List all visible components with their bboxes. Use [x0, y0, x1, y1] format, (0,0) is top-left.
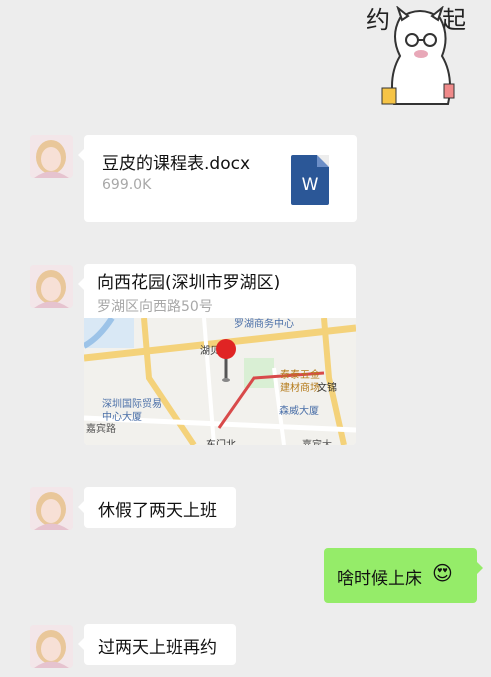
alpaca-icon	[381, 6, 455, 105]
message-text: 啥时候上床	[337, 569, 422, 589]
heart-eyes-emoji-icon: 😍	[432, 561, 453, 585]
map-label: 罗湖商务中心	[234, 319, 294, 330]
avatar-image	[30, 487, 73, 530]
map-label: 东门北	[206, 436, 236, 445]
map-label: 建材商场	[280, 383, 320, 394]
word-document-icon: W	[291, 155, 329, 205]
contact-avatar[interactable]	[30, 625, 73, 668]
location-address: 罗湖区向西路50号	[97, 299, 213, 315]
avatar-image	[30, 265, 73, 308]
map-label: 嘉宾路	[86, 424, 116, 435]
file-size: 699.0K	[102, 177, 152, 193]
text-message[interactable]: 休假了两天上班	[78, 487, 236, 528]
avatar-image	[30, 135, 73, 178]
message-text: 休假了两天上班	[98, 501, 217, 521]
map-pin-icon	[216, 339, 236, 382]
text-message[interactable]: 过两天上班再约	[78, 624, 236, 665]
alpaca-sticker[interactable]: 约 起	[362, 0, 472, 105]
avatar-image	[30, 625, 73, 668]
file-message[interactable]: 豆皮的课程表.docx 699.0K W	[78, 135, 357, 222]
contact-avatar[interactable]	[30, 135, 73, 178]
location-title: 向西花园(深圳市罗湖区)	[97, 273, 281, 293]
contact-avatar[interactable]	[30, 487, 73, 530]
map-label: 文锦	[317, 383, 337, 394]
message-text: 过两天上班再约	[98, 638, 217, 658]
file-name: 豆皮的课程表.docx	[102, 154, 251, 174]
map-label: 嘉宾大	[302, 436, 332, 445]
location-message[interactable]: 向西花园(深圳市罗湖区) 罗湖区向西路50号 罗湖商务中心 湖贝 泰泰五金 建材…	[78, 264, 356, 445]
contact-avatar[interactable]	[30, 265, 73, 308]
map-label: 森威大厦	[279, 406, 319, 417]
location-map[interactable]: 罗湖商务中心 湖贝 泰泰五金 建材商场 文锦 深圳国际贸易 中心大厦 森威大厦 …	[84, 318, 356, 445]
self-text-message[interactable]: 啥时候上床 😍	[324, 548, 483, 603]
